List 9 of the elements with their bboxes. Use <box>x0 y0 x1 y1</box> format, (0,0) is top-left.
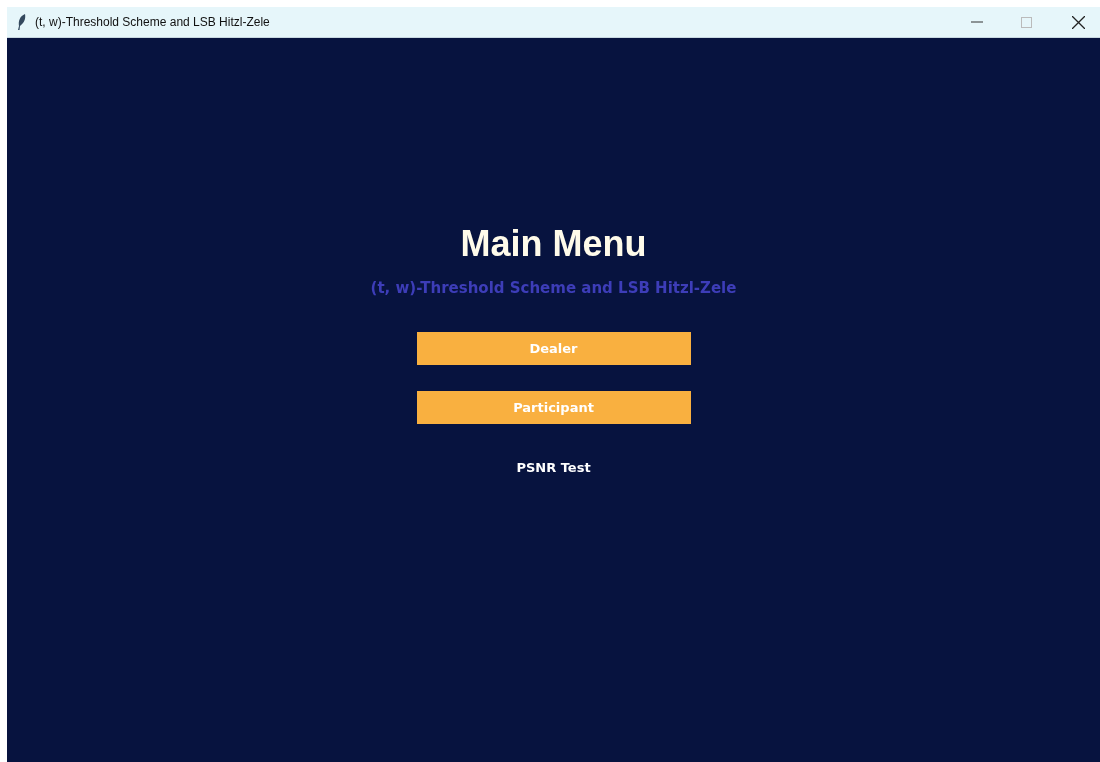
feather-icon <box>17 14 27 30</box>
subtitle: (t, w)-Threshold Scheme and LSB Hitzl-Zele <box>370 278 737 298</box>
close-icon[interactable] <box>1072 15 1085 29</box>
maximize-icon[interactable] <box>1021 16 1032 28</box>
menu-button[interactable]: Dealer <box>416 332 691 365</box>
window-title: (t, w)-Threshold Scheme and LSB Hitzl-Zele <box>35 14 270 31</box>
menu-button[interactable]: Participant <box>416 391 691 424</box>
heading: Main Menu <box>460 222 647 266</box>
menu-link-button[interactable]: PSNR Test <box>510 456 597 480</box>
